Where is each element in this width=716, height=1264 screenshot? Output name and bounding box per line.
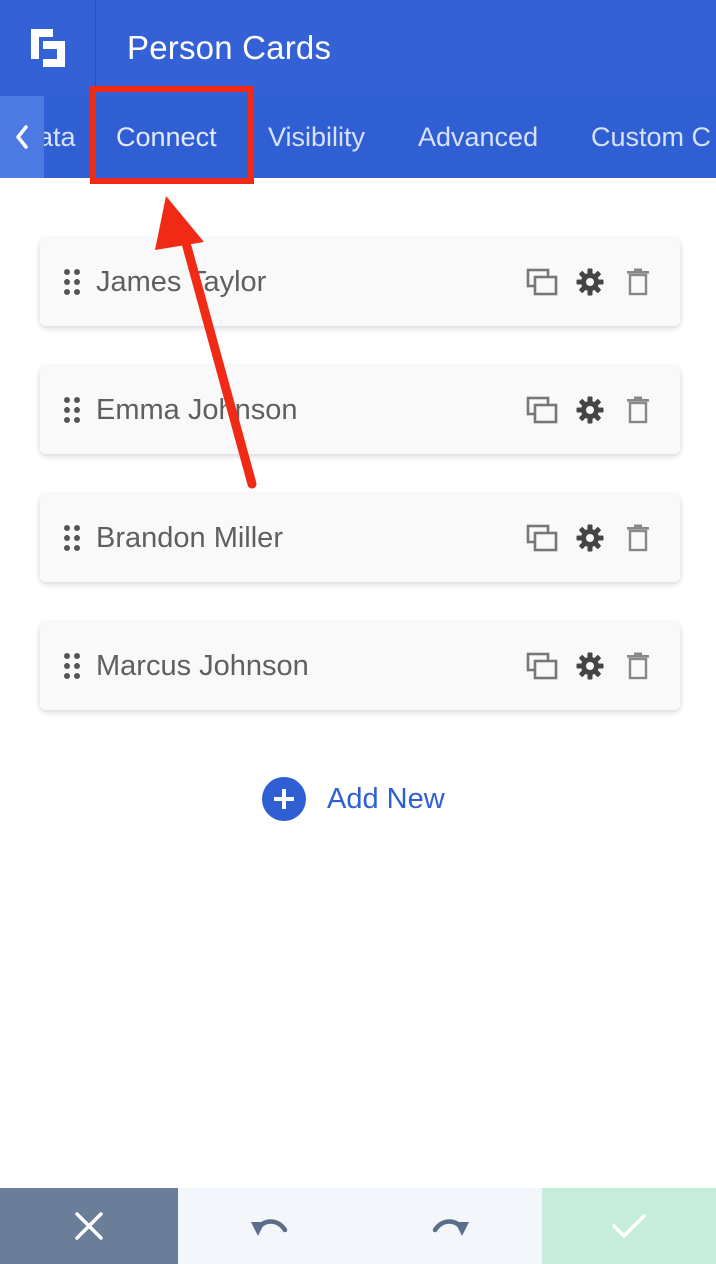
plus-icon: [262, 777, 306, 821]
tab-advanced[interactable]: Advanced: [418, 96, 538, 178]
close-icon: [75, 1212, 103, 1240]
duplicate-icon[interactable]: [518, 390, 566, 430]
item-name: Brandon Miller: [96, 521, 283, 554]
gear-icon[interactable]: [566, 390, 614, 430]
drag-handle-icon[interactable]: [40, 366, 96, 454]
list-item[interactable]: Marcus Johnson: [40, 622, 680, 710]
item-name: Emma Johnson: [96, 393, 298, 426]
undo-button[interactable]: [178, 1188, 360, 1264]
chevron-left-icon: [16, 125, 28, 149]
trash-icon[interactable]: [614, 646, 662, 686]
duplicate-icon[interactable]: [518, 646, 566, 686]
discard-button[interactable]: [0, 1188, 178, 1264]
list-item[interactable]: Emma Johnson: [40, 366, 680, 454]
gear-icon[interactable]: [566, 646, 614, 686]
panel-header: Person Cards: [0, 0, 716, 96]
module-settings-panel: Person Cards ata Connect Visibility Adva…: [0, 0, 716, 1264]
redo-icon: [432, 1219, 469, 1236]
item-name: Marcus Johnson: [96, 649, 309, 682]
tab-connect[interactable]: Connect: [116, 96, 217, 178]
duplicate-icon[interactable]: [518, 518, 566, 558]
item-name: James Taylor: [96, 265, 267, 298]
drag-handle-icon[interactable]: [40, 494, 96, 582]
add-new-button[interactable]: Add New: [262, 776, 445, 822]
trash-icon[interactable]: [614, 390, 662, 430]
list-item[interactable]: James Taylor: [40, 238, 680, 326]
list-item[interactable]: Brandon Miller: [40, 494, 680, 582]
save-button[interactable]: [542, 1188, 716, 1264]
trash-icon[interactable]: [614, 518, 662, 558]
add-new-label: Add New: [327, 782, 445, 815]
gear-icon[interactable]: [566, 518, 614, 558]
trash-icon[interactable]: [614, 262, 662, 302]
tabs-scroll-back-button[interactable]: [0, 96, 44, 178]
undo-icon: [251, 1219, 288, 1236]
duplicate-icon[interactable]: [518, 262, 566, 302]
gear-icon[interactable]: [566, 262, 614, 302]
logo[interactable]: [0, 0, 96, 96]
tab-visibility[interactable]: Visibility: [268, 96, 365, 178]
drag-handle-icon[interactable]: [40, 622, 96, 710]
check-icon: [612, 1214, 646, 1238]
tab-custom-css[interactable]: Custom C: [591, 96, 711, 178]
settings-tabs: ata Connect Visibility Advanced Custom C: [0, 96, 716, 178]
divi-logo-icon: [30, 29, 65, 67]
redo-button[interactable]: [360, 1188, 542, 1264]
drag-handle-icon[interactable]: [40, 238, 96, 326]
bottom-action-bar: [0, 1188, 716, 1264]
panel-title: Person Cards: [127, 29, 332, 66]
